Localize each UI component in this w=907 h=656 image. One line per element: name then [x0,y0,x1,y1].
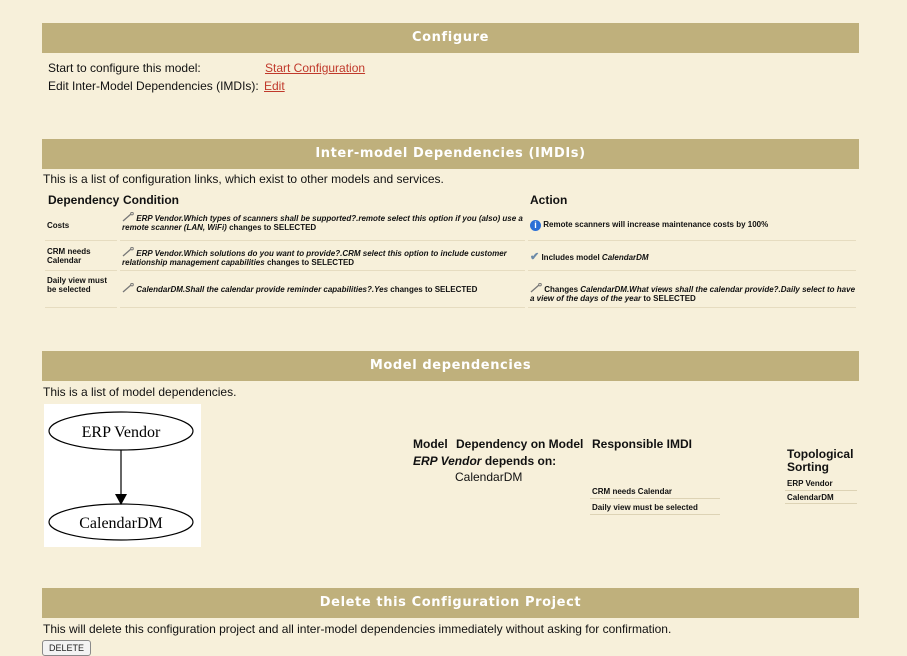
topological-sorting-header: Topological Sorting [787,447,854,474]
model-deps-header: Model dependencies [42,351,859,381]
imdi-header: Inter-model Dependencies (IMDIs) [42,139,859,169]
dependency-graph: ERP Vendor CalendarDM [44,404,201,547]
table-row-dependency: Daily view must be selected [47,276,108,294]
topological-sorting-item: ERP Vendor [787,479,833,488]
wrench-icon [122,212,134,222]
checkmark-icon: ✔ [530,251,540,263]
table-row-condition: ERP Vendor.Which solutions do you want t… [122,247,507,267]
table-row-action: Changes CalendarDM.What views shall the … [530,283,856,303]
imdi-intro: This is a list of configuration links, w… [43,172,444,186]
graph-node-calendardm-label: CalendarDM [79,515,163,532]
start-config-label: Start to configure this model: [48,61,201,75]
info-icon: i [530,220,541,231]
model-deps-intro: This is a list of model dependencies. [43,385,237,399]
topological-sorting-item: CalendarDM [787,493,834,502]
col-model-header: Model [413,437,448,451]
table-row-condition: ERP Vendor.Which types of scanners shall… [122,212,523,232]
table-row-action: i Remote scanners will increase maintena… [530,220,860,231]
edit-imdi-link[interactable]: Edit [264,79,285,93]
graph-node-erp-vendor-label: ERP Vendor [82,424,161,441]
delete-warning-text: This will delete this configuration proj… [43,622,672,636]
col-dependency-header: Dependency [48,193,120,207]
col-condition-header: Condition [123,193,179,207]
dependency-model-name: CalendarDM [455,470,523,484]
start-configuration-link[interactable]: Start Configuration [265,61,365,75]
graph-edge-arrowhead [115,494,127,505]
responsible-imdi-item: Daily view must be selected [592,503,698,512]
edit-imdi-label: Edit Inter-Model Dependencies (IMDIs): [48,79,259,93]
col-dependency-on-model-header: Dependency on Model [456,437,584,451]
wrench-icon [530,283,542,293]
col-responsible-imdi-header: Responsible IMDI [592,437,693,451]
table-row-dependency: Costs [47,221,70,230]
dependency-graph-svg: ERP Vendor CalendarDM [48,411,194,541]
wrench-icon [122,247,134,257]
table-row-action: ✔ Includes model CalendarDM [530,251,649,263]
wrench-icon [122,283,134,293]
responsible-imdi-item: CRM needs Calendar [592,487,673,496]
table-row-dependency: CRM needs Calendar [47,247,91,265]
col-action-header: Action [530,193,568,207]
configure-header: Configure [42,23,859,53]
table-row-condition: CalendarDM.Shall the calendar provide re… [122,283,522,294]
model-depends-on: ERP Vendor depends on: [413,454,557,468]
delete-header: Delete this Configuration Project [42,588,859,618]
